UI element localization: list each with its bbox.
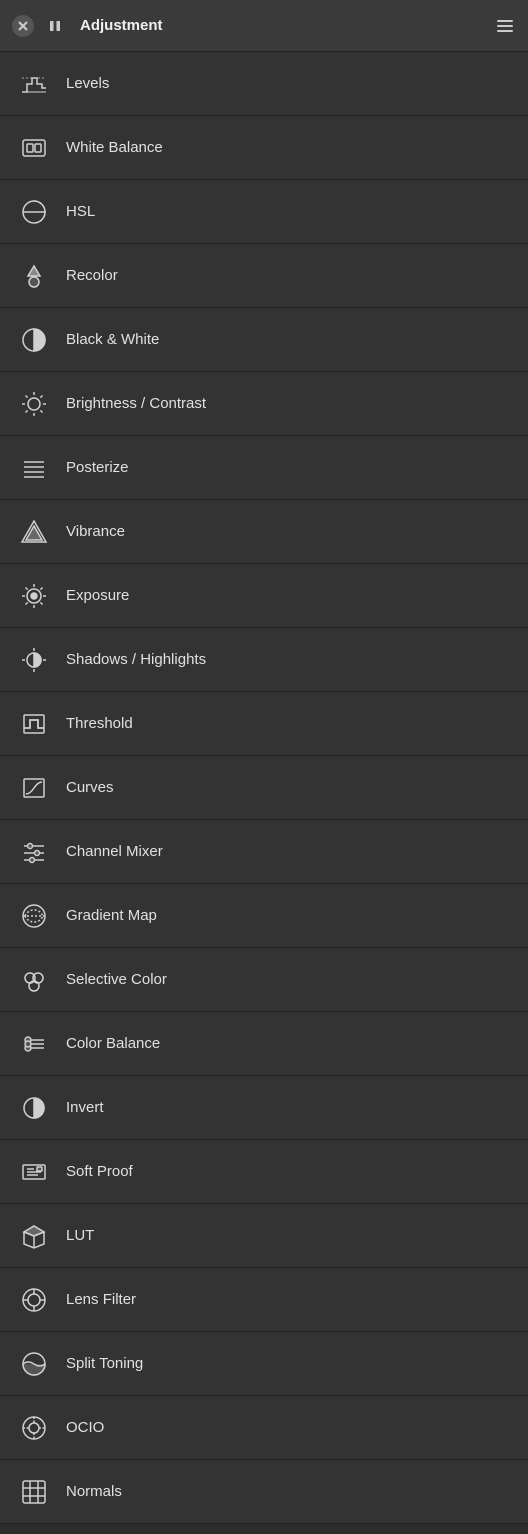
threshold-icon (16, 706, 52, 742)
color-balance-icon (16, 1026, 52, 1062)
menu-item-recolor[interactable]: Recolor (0, 244, 528, 308)
levels-label: Levels (66, 75, 109, 92)
normals-label: Normals (66, 1483, 122, 1500)
header-title: Adjustment (80, 17, 494, 34)
lut-icon (16, 1218, 52, 1254)
ocio-label: OCIO (66, 1419, 104, 1436)
menu-item-invert[interactable]: Invert (0, 1076, 528, 1140)
color-balance-label: Color Balance (66, 1035, 160, 1052)
menu-item-lens-filter[interactable]: Lens Filter (0, 1268, 528, 1332)
menu-item-exposure[interactable]: Exposure (0, 564, 528, 628)
vibrance-label: Vibrance (66, 523, 125, 540)
menu-item-hsl[interactable]: HSL (0, 180, 528, 244)
posterize-label: Posterize (66, 459, 129, 476)
brightness-contrast-label: Brightness / Contrast (66, 395, 206, 412)
close-button[interactable] (12, 15, 34, 37)
menu-item-soft-proof[interactable]: Soft Proof (0, 1140, 528, 1204)
exposure-icon (16, 578, 52, 614)
menu-item-color-balance[interactable]: Color Balance (0, 1012, 528, 1076)
menu-item-shadows-highlights[interactable]: Shadows / Highlights (0, 628, 528, 692)
channel-mixer-icon (16, 834, 52, 870)
recolor-icon (16, 258, 52, 294)
menu-item-gradient-map[interactable]: Gradient Map (0, 884, 528, 948)
menu-item-posterize[interactable]: Posterize (0, 436, 528, 500)
menu-item-channel-mixer[interactable]: Channel Mixer (0, 820, 528, 884)
lut-label: LUT (66, 1227, 94, 1244)
normals-icon (16, 1474, 52, 1510)
curves-label: Curves (66, 779, 114, 796)
pause-button[interactable] (44, 15, 66, 37)
menu-item-black-white[interactable]: Black & White (0, 308, 528, 372)
menu-item-curves[interactable]: Curves (0, 756, 528, 820)
menu-list: Levels White Balance HSL (0, 52, 528, 1524)
lens-filter-label: Lens Filter (66, 1291, 136, 1308)
white-balance-label: White Balance (66, 139, 163, 156)
channel-mixer-label: Channel Mixer (66, 843, 163, 860)
hsl-label: HSL (66, 203, 95, 220)
soft-proof-label: Soft Proof (66, 1163, 133, 1180)
gradient-map-label: Gradient Map (66, 907, 157, 924)
vibrance-icon (16, 514, 52, 550)
gradient-map-icon (16, 898, 52, 934)
recolor-label: Recolor (66, 267, 118, 284)
curves-icon (16, 770, 52, 806)
white-balance-icon (16, 130, 52, 166)
menu-item-vibrance[interactable]: Vibrance (0, 500, 528, 564)
menu-item-ocio[interactable]: OCIO (0, 1396, 528, 1460)
invert-icon (16, 1090, 52, 1126)
invert-label: Invert (66, 1099, 104, 1116)
selective-color-icon (16, 962, 52, 998)
menu-item-threshold[interactable]: Threshold (0, 692, 528, 756)
levels-icon (16, 66, 52, 102)
menu-item-selective-color[interactable]: Selective Color (0, 948, 528, 1012)
brightness-contrast-icon (16, 386, 52, 422)
shadows-highlights-icon (16, 642, 52, 678)
header: Adjustment (0, 0, 528, 52)
menu-item-split-toning[interactable]: Split Toning (0, 1332, 528, 1396)
shadows-highlights-label: Shadows / Highlights (66, 651, 206, 668)
selective-color-label: Selective Color (66, 971, 167, 988)
ocio-icon (16, 1410, 52, 1446)
soft-proof-icon (16, 1154, 52, 1190)
menu-item-normals[interactable]: Normals (0, 1460, 528, 1524)
menu-item-lut[interactable]: LUT (0, 1204, 528, 1268)
menu-item-levels[interactable]: Levels (0, 52, 528, 116)
menu-button[interactable] (494, 15, 516, 37)
hsl-icon (16, 194, 52, 230)
exposure-label: Exposure (66, 587, 129, 604)
black-white-icon (16, 322, 52, 358)
threshold-label: Threshold (66, 715, 133, 732)
menu-item-brightness-contrast[interactable]: Brightness / Contrast (0, 372, 528, 436)
split-toning-icon (16, 1346, 52, 1382)
menu-item-white-balance[interactable]: White Balance (0, 116, 528, 180)
black-white-label: Black & White (66, 331, 159, 348)
lens-filter-icon (16, 1282, 52, 1318)
posterize-icon (16, 450, 52, 486)
split-toning-label: Split Toning (66, 1355, 143, 1372)
